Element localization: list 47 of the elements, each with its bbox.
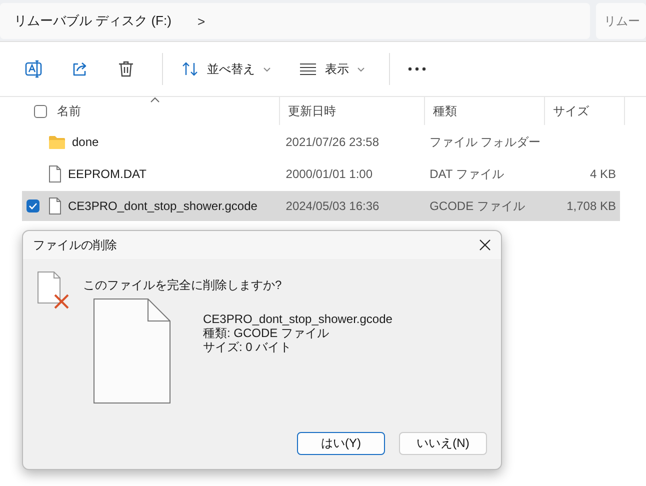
column-header[interactable]: サイズ [553, 102, 589, 120]
file-type: ファイル フォルダー [429, 134, 541, 150]
file-icon [48, 165, 62, 183]
file-size: 4 KB [590, 167, 616, 181]
file-row[interactable]: EEPROM.DAT 2000/01/01 1:00 DAT ファイル 4 KB [22, 159, 620, 189]
folder-icon [48, 134, 66, 150]
sort-button[interactable]: 並べ替え [177, 56, 275, 82]
breadcrumb-chevron[interactable]: > [197, 14, 206, 28]
search-field[interactable]: リムー [596, 3, 646, 39]
confirm-question: このファイルを完全に削除しますか? [83, 277, 283, 294]
rename-icon[interactable] [24, 59, 44, 79]
file-name: done [72, 135, 99, 149]
file-row[interactable]: CE3PRO_dont_stop_shower.gcode 2024/05/03 16:36 GCODE ファイル 1,708 KB [22, 191, 620, 221]
file-row[interactable]: done 2021/07/26 23:58 ファイル フォルダー [22, 127, 620, 157]
lines-icon [299, 63, 317, 75]
trash-icon[interactable] [116, 59, 136, 79]
file-size: 1,708 KB [566, 199, 616, 213]
column-header[interactable]: 名前 [57, 102, 81, 120]
column-header[interactable]: 種類 [433, 102, 457, 120]
file-detail: 種類: GCODE ファイル [203, 326, 330, 340]
file-type: DAT ファイル [430, 166, 504, 182]
file-detail: サイズ: 0 バイト [203, 340, 293, 354]
chevron-down-icon [263, 66, 271, 72]
dialog-button[interactable]: はい(Y) [297, 432, 385, 455]
column-header[interactable]: 更新日時 [288, 102, 336, 120]
dialog-button[interactable]: いいえ(N) [399, 432, 487, 455]
select-all-checkbox[interactable] [34, 104, 47, 118]
sort-arrows-icon [181, 61, 199, 77]
chevron-down-icon [357, 66, 365, 72]
address-bar[interactable]: リムーバブル ディスク (F:) > [0, 3, 590, 39]
modified-date: 2000/01/01 1:00 [286, 167, 373, 181]
file-type: GCODE ファイル [430, 198, 525, 214]
file-delete-icon [37, 271, 71, 309]
close-icon[interactable] [479, 239, 491, 251]
view-button[interactable]: 表示 [295, 56, 369, 82]
file-name: EEPROM.DAT [68, 167, 146, 181]
more-icon[interactable] [408, 67, 426, 71]
sort-caret-icon [150, 97, 160, 103]
checked-checkbox-icon[interactable] [26, 199, 40, 213]
large-file-icon [93, 298, 171, 404]
file-name: CE3PRO_dont_stop_shower.gcode [68, 199, 258, 213]
modified-date: 2024/05/03 16:36 [286, 199, 380, 213]
modified-date: 2021/07/26 23:58 [286, 135, 380, 149]
file-icon [48, 197, 62, 215]
address-path[interactable]: リムーバブル ディスク (F:) [14, 12, 172, 30]
dialog-title: ファイルの削除 [33, 236, 117, 254]
file-detail: CE3PRO_dont_stop_shower.gcode [203, 312, 392, 326]
